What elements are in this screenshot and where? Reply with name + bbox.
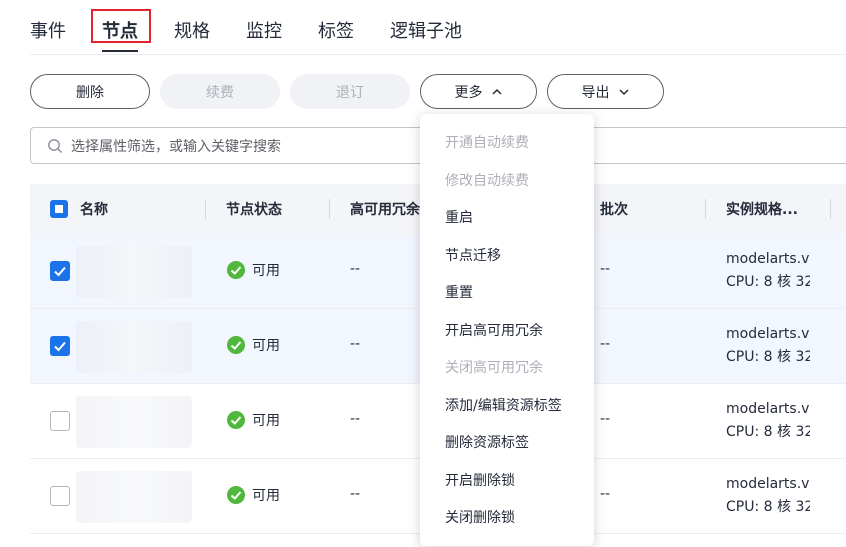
ha-value: --	[350, 261, 361, 277]
tab-logical-subpool[interactable]: 逻辑子池	[390, 0, 462, 43]
blurred-node-name	[76, 246, 192, 298]
batch-value: --	[600, 336, 611, 352]
blurred-node-name	[76, 471, 192, 523]
delete-button[interactable]: 删除	[30, 74, 150, 109]
node-status: 可用	[226, 485, 280, 505]
tab-tags[interactable]: 标签	[318, 0, 354, 43]
checkmark-icon	[54, 266, 66, 277]
spec-flavor: modelarts.vm	[726, 401, 810, 417]
column-name[interactable]: 名称	[80, 184, 108, 234]
ha-value: --	[350, 336, 361, 352]
tab-monitoring[interactable]: 监控	[246, 0, 282, 43]
status-label: 可用	[252, 338, 280, 354]
batch-value: --	[600, 486, 611, 502]
batch-value: --	[600, 411, 611, 427]
menu-item-delete-resource-tags[interactable]: 删除资源标签	[445, 432, 529, 452]
success-check-icon	[227, 486, 245, 504]
tab-events[interactable]: 事件	[30, 0, 66, 43]
ha-value: --	[350, 486, 361, 502]
active-tab-underline	[102, 50, 138, 52]
batch-value: --	[600, 261, 611, 277]
menu-item-enable-ha-redundancy[interactable]: 开启高可用冗余	[445, 320, 543, 340]
search-icon	[48, 138, 62, 153]
spec-flavor: modelarts.vm	[726, 251, 810, 267]
menu-item-node-migration[interactable]: 节点迁移	[445, 245, 501, 265]
export-button-label: 导出	[581, 84, 610, 101]
node-status: 可用	[226, 335, 280, 355]
chevron-down-icon	[618, 88, 629, 95]
export-button[interactable]: 导出	[547, 74, 664, 109]
spec-cpu: CPU: 8 核 32	[726, 349, 810, 365]
instance-spec: modelarts.vm CPU: 8 核 32	[726, 398, 810, 444]
blurred-node-name	[76, 321, 192, 373]
menu-item-edit-resource-tags[interactable]: 添加/编辑资源标签	[445, 395, 562, 415]
success-check-icon	[227, 411, 245, 429]
select-all-checkbox[interactable]	[50, 200, 68, 218]
success-check-icon	[227, 336, 245, 354]
search-placeholder: 选择属性筛选，或输入关键字搜索	[71, 138, 281, 155]
row-checkbox[interactable]	[50, 411, 70, 431]
row-checkbox[interactable]	[50, 486, 70, 506]
column-node-status[interactable]: 节点状态	[226, 184, 282, 234]
menu-item-disable-ha-redundancy[interactable]: 关闭高可用冗余	[445, 357, 543, 377]
status-label: 可用	[252, 413, 280, 429]
row-checkbox[interactable]	[50, 261, 70, 281]
spec-cpu: CPU: 8 核 32	[726, 499, 810, 515]
column-instance-spec[interactable]: 实例规格...	[726, 184, 798, 234]
instance-spec: modelarts.vm CPU: 8 核 32	[726, 248, 810, 294]
row-checkbox[interactable]	[50, 336, 70, 356]
instance-spec: modelarts.vm CPU: 8 核 32	[726, 473, 810, 519]
spec-flavor: modelarts.vm	[726, 326, 810, 342]
menu-item-modify-auto-renew[interactable]: 修改自动续费	[445, 170, 529, 190]
tabs-divider	[30, 54, 846, 55]
node-status: 可用	[226, 260, 280, 280]
column-separator	[830, 199, 831, 219]
instance-spec: modelarts.vm CPU: 8 核 32	[726, 323, 810, 369]
column-separator	[705, 199, 706, 219]
checkmark-icon	[54, 341, 66, 352]
menu-item-restart[interactable]: 重启	[445, 207, 473, 227]
status-label: 可用	[252, 263, 280, 279]
node-status: 可用	[226, 410, 280, 430]
ha-value: --	[350, 411, 361, 427]
blurred-node-name	[76, 396, 192, 448]
menu-item-enable-auto-renew[interactable]: 开通自动续费	[445, 132, 529, 152]
unsubscribe-button[interactable]: 退订	[290, 74, 410, 109]
column-ha-redundancy[interactable]: 高可用冗余	[350, 184, 420, 234]
success-check-icon	[227, 261, 245, 279]
column-batch[interactable]: 批次	[600, 184, 628, 234]
status-label: 可用	[252, 488, 280, 504]
menu-item-reset[interactable]: 重置	[445, 282, 473, 302]
checkbox-partial-icon	[55, 205, 63, 213]
tab-highlight-box	[91, 9, 151, 43]
menu-item-disable-delete-lock[interactable]: 关闭删除锁	[445, 507, 515, 527]
more-dropdown-menu: 开通自动续费 修改自动续费 重启 节点迁移 重置 开启高可用冗余 关闭高可用冗余…	[420, 114, 594, 546]
renew-button[interactable]: 续费	[160, 74, 280, 109]
column-separator	[205, 199, 206, 219]
menu-item-enable-delete-lock[interactable]: 开启删除锁	[445, 470, 515, 490]
tab-specs[interactable]: 规格	[174, 0, 210, 43]
spec-cpu: CPU: 8 核 32	[726, 274, 810, 290]
column-separator	[329, 199, 330, 219]
chevron-up-icon	[491, 88, 502, 95]
spec-flavor: modelarts.vm	[726, 476, 810, 492]
spec-cpu: CPU: 8 核 32	[726, 424, 810, 440]
more-button[interactable]: 更多	[420, 74, 537, 109]
more-button-label: 更多	[454, 84, 483, 101]
